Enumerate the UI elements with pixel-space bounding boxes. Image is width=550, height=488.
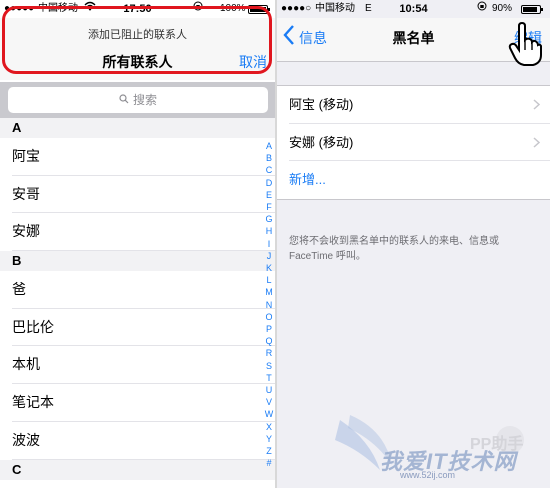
pointing-hand-icon xyxy=(508,22,542,66)
index-letter[interactable]: W xyxy=(262,408,275,420)
contact-row[interactable]: 爸 xyxy=(12,271,275,309)
lock-rotation-icon xyxy=(477,0,487,18)
index-letter[interactable]: U xyxy=(262,384,275,396)
contact-row[interactable]: 巴比伦 xyxy=(12,309,275,347)
search-input[interactable]: 搜索 xyxy=(8,87,268,113)
index-letter[interactable]: X xyxy=(262,421,275,433)
contact-list: A 阿宝 安哥 安娜 B 爸巴比伦 本机 笔记本 波波 C xyxy=(0,118,275,480)
blacklist-note: 您将不会收到黑名单中的联系人的来电、信息或 FaceTime 呼叫。 xyxy=(289,236,499,262)
index-letter[interactable]: O xyxy=(262,311,275,323)
index-letter[interactable]: # xyxy=(262,457,275,469)
index-letter[interactable]: V xyxy=(262,396,275,408)
index-letter[interactable]: J xyxy=(262,250,275,262)
index-letter[interactable]: L xyxy=(262,274,275,286)
index-letter[interactable]: P xyxy=(262,323,275,335)
contact-row[interactable]: 笔记本 xyxy=(12,384,275,422)
picker-title: 所有联系人 xyxy=(102,54,173,70)
contact-row[interactable]: 波波 xyxy=(12,422,275,460)
section-header: A xyxy=(0,118,275,138)
add-new-button[interactable]: 新增... xyxy=(289,161,550,199)
index-letter[interactable]: H xyxy=(262,225,275,237)
search-bar: 搜索 xyxy=(0,82,275,118)
blocked-contact-label: 安娜 (移动) xyxy=(289,134,354,150)
index-letter[interactable]: I xyxy=(262,238,275,250)
status-bar: ●●●●● 中国移动 17:50 100% xyxy=(0,0,275,18)
battery-percent: 100% xyxy=(220,3,246,14)
lock-rotation-icon xyxy=(193,0,203,18)
blocked-contact-row[interactable]: 阿宝 (移动) xyxy=(289,86,550,124)
picker-prompt: 添加已阻止的联系人 xyxy=(88,29,187,41)
contact-row[interactable]: 本机 xyxy=(12,346,275,385)
index-letter[interactable]: S xyxy=(262,360,275,372)
blacklist-screen: ●●●●○ 中国移动 E 10:54 90% 信息 黑名单 编辑 阿宝 (移动)… xyxy=(277,0,550,488)
index-letter[interactable]: B xyxy=(262,152,275,164)
cancel-button[interactable]: 取消 xyxy=(239,52,267,72)
search-placeholder: 搜索 xyxy=(132,93,157,107)
index-letter[interactable]: N xyxy=(262,299,275,311)
index-letter[interactable]: Q xyxy=(262,335,275,347)
index-letter[interactable]: E xyxy=(262,189,275,201)
index-letter[interactable]: K xyxy=(262,262,275,274)
blocked-contact-label: 阿宝 (移动) xyxy=(289,97,354,112)
battery-percent: 90% xyxy=(492,3,513,14)
section-header: C xyxy=(0,459,275,480)
section-header: B xyxy=(0,251,275,272)
index-letter[interactable]: Y xyxy=(262,433,275,445)
disclosure-chevron-icon xyxy=(533,136,540,148)
blocked-contact-row[interactable]: 安娜 (移动) xyxy=(289,124,550,161)
index-letter[interactable]: T xyxy=(262,372,275,384)
index-letter[interactable]: M xyxy=(262,286,275,298)
index-letter[interactable]: D xyxy=(262,177,275,189)
index-letter[interactable]: G xyxy=(262,213,275,225)
disclosure-chevron-icon xyxy=(533,99,540,110)
contacts-picker-screen: ●●●●● 中国移动 17:50 100% 添加已阻止的联系人 所有联系人 取消… xyxy=(0,0,275,488)
index-letter[interactable]: F xyxy=(262,201,275,213)
contact-row[interactable]: 安哥 xyxy=(12,176,275,214)
battery-icon xyxy=(521,5,543,14)
index-letter[interactable]: C xyxy=(262,164,275,176)
contact-row[interactable]: 安娜 xyxy=(12,213,275,252)
index-letter[interactable]: R xyxy=(262,347,275,359)
index-letter[interactable]: Z xyxy=(262,445,275,457)
magnifier-icon xyxy=(119,87,129,113)
index-letter[interactable]: A xyxy=(262,140,275,152)
watermark-url: www.52ij.com xyxy=(400,470,456,480)
status-bar: ●●●●○ 中国移动 E 10:54 90% xyxy=(277,0,550,18)
blocked-list: 阿宝 (移动) 安娜 (移动) 新增... xyxy=(277,85,550,200)
picker-header: 添加已阻止的联系人 所有联系人 取消 xyxy=(0,18,275,80)
section-index-bar[interactable]: A B C D E F G H I J K L M N O P Q R S T U V W X Y Z # xyxy=(262,140,275,469)
battery-icon xyxy=(248,5,270,14)
contact-row[interactable]: 阿宝 xyxy=(12,138,275,176)
